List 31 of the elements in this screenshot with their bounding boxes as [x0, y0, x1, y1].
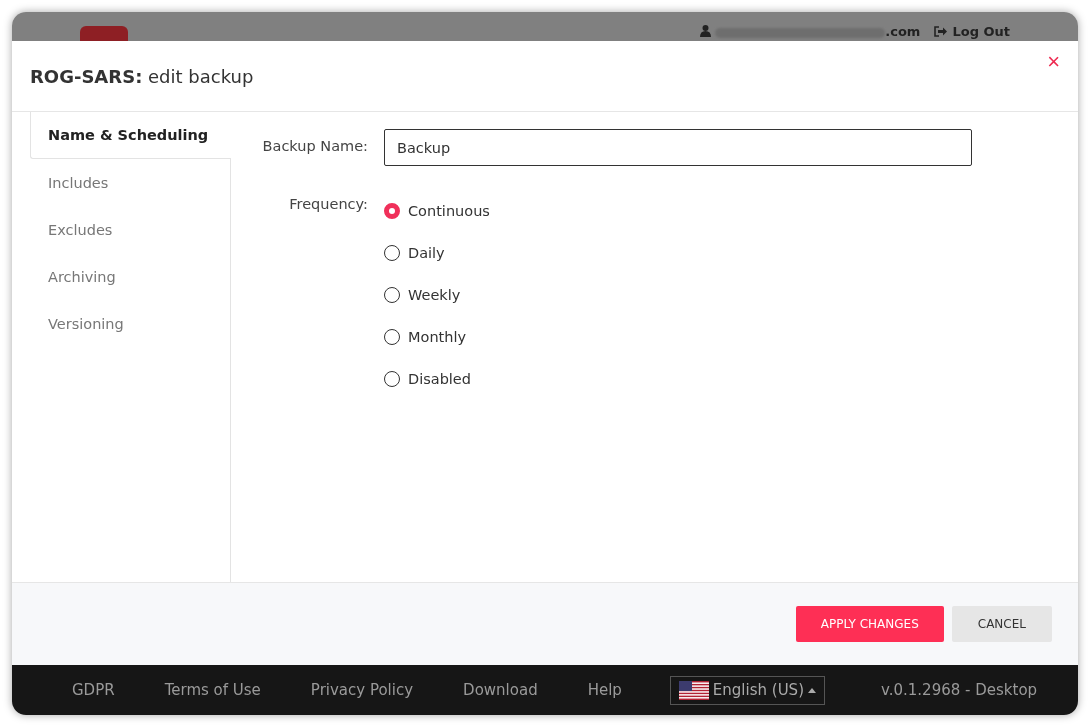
- radio-label: Disabled: [408, 370, 471, 387]
- footer-link[interactable]: Download: [463, 681, 538, 699]
- us-flag-icon: [678, 680, 709, 700]
- radio-label: Weekly: [408, 286, 461, 303]
- user-email: .com: [885, 24, 921, 39]
- language-selector[interactable]: English (US): [669, 675, 825, 705]
- radio-label: Monthly: [408, 328, 467, 345]
- dialog-title: ROG-SARS: edit backup: [30, 65, 254, 87]
- radio-label: Continuous: [408, 202, 490, 219]
- footer-link[interactable]: Terms of Use: [164, 681, 261, 699]
- sidebar-tab[interactable]: Name & Scheduling: [30, 112, 231, 159]
- apply-button[interactable]: APPLY CHANGES: [795, 606, 944, 642]
- footer-link[interactable]: GDPR: [72, 681, 115, 699]
- cancel-button[interactable]: CANCEL: [951, 606, 1052, 642]
- radio-button[interactable]: [384, 370, 400, 387]
- field-label: Frequency:: [288, 195, 368, 214]
- sign-out-icon: [934, 26, 948, 37]
- logout-link[interactable]: Log Out: [934, 24, 1010, 39]
- radio-button[interactable]: [384, 328, 400, 345]
- radio-button[interactable]: [384, 202, 400, 219]
- radio-button[interactable]: [384, 244, 400, 261]
- caret-up-icon: [808, 687, 816, 693]
- field-label: Backup Name:: [261, 137, 368, 156]
- backup-name-field[interactable]: Backup: [384, 129, 972, 166]
- radio-label: Daily: [408, 244, 445, 261]
- version-text: v.0.1.2968 - Desktop: [881, 681, 1038, 699]
- footer-link[interactable]: Help: [587, 681, 622, 699]
- radio-button[interactable]: [384, 286, 400, 303]
- user-icon: [700, 25, 712, 37]
- footer-link[interactable]: Privacy Policy: [310, 681, 414, 699]
- close-button[interactable]: ×: [1047, 49, 1060, 75]
